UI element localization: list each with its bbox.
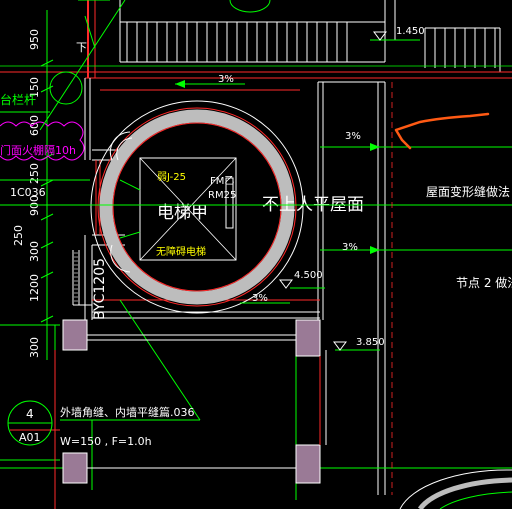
wall-joint-note: 外墙角缝、内墙平缝篇.036 xyxy=(60,405,195,419)
slope-arrow-top xyxy=(175,80,185,88)
structural-columns xyxy=(62,319,321,484)
level-marker-top xyxy=(373,31,387,41)
lower-red-lines xyxy=(10,350,321,509)
left-label-fire: 门面火棚隔10h xyxy=(0,143,76,157)
dim-950: 950 xyxy=(28,29,41,50)
detail-sheet: A01 xyxy=(19,431,41,444)
green-leader-lines xyxy=(0,0,512,500)
level-marker-low xyxy=(333,341,347,351)
barrier-free-label: 无障碍电梯 xyxy=(156,245,206,258)
wall-hatch-vertical xyxy=(74,252,78,303)
dim-250-a: 250 xyxy=(28,163,41,184)
elevator-label: 电梯甲 xyxy=(157,203,208,223)
fire-door-label: FM乙 xyxy=(210,175,234,187)
level-top-right: 1.450 xyxy=(396,26,425,37)
dim-1200: 1200 xyxy=(28,274,41,302)
level-marker-mid xyxy=(279,279,293,289)
dim-300-b: 300 xyxy=(28,337,41,358)
right-note-joint: 屋面变形缝做法 xyxy=(426,184,510,199)
lower-walls xyxy=(87,334,327,469)
dim-600: 600 xyxy=(28,115,41,136)
bottom-right-arcs xyxy=(399,469,512,509)
cad-drawing-canvas: 950 150 600 250 900 250 300 1200 300 台栏杆… xyxy=(0,0,512,509)
side-code: BYC1205 xyxy=(92,258,108,320)
left-dimension-line xyxy=(40,10,54,360)
level-low-right: 3.850 xyxy=(356,337,385,348)
slope-bottom: 3% xyxy=(252,293,268,304)
level-mid: 4.500 xyxy=(294,270,323,281)
left-label-railing: 台栏杆 xyxy=(0,92,36,107)
dim-300-a: 300 xyxy=(28,241,41,262)
detail-number: 4 xyxy=(26,407,34,421)
size-note: W=150 , F=1.0h xyxy=(60,435,152,448)
shaft-code: 弱J-25 xyxy=(157,171,186,183)
slope-right-mid: 3% xyxy=(342,242,358,253)
right-note-node: 节点 2 做法 xyxy=(456,275,512,290)
down-mark: 下 xyxy=(76,41,87,54)
orange-markup-arrow xyxy=(394,112,490,150)
slope-right-upper: 3% xyxy=(345,131,361,142)
dim-250-b: 250 xyxy=(12,225,25,246)
door-code-label: RM25 xyxy=(208,190,236,201)
left-detail-circle xyxy=(49,71,83,105)
left-code: 1C036 xyxy=(10,186,46,199)
slope-top: 3% xyxy=(218,74,234,85)
